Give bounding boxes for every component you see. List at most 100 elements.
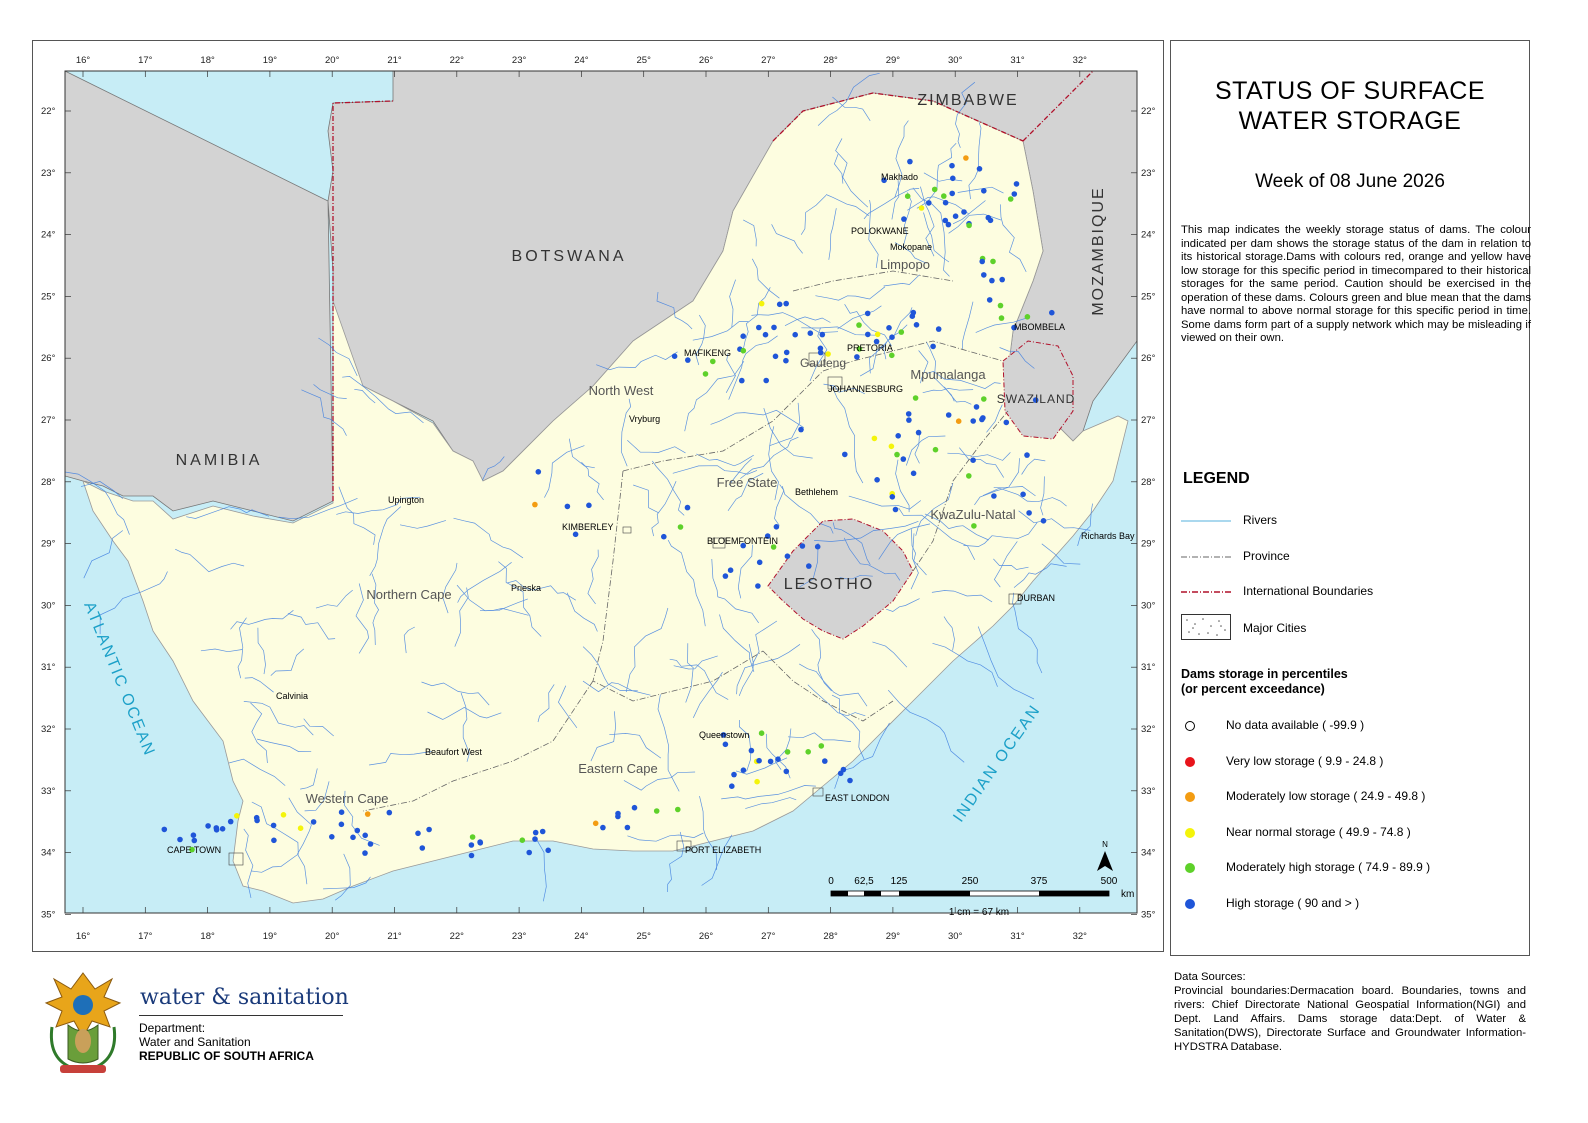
dam-point (892, 506, 899, 513)
dam-point (329, 834, 335, 840)
dam-point (971, 523, 977, 529)
dam-point (367, 841, 374, 847)
dam-point (901, 216, 907, 222)
label-lesotho: LESOTHO (784, 576, 874, 593)
lon-tick-bottom: 32° (1073, 931, 1088, 942)
province-western-cape: Western Cape (306, 791, 389, 806)
dam-point (926, 200, 932, 206)
dam-point (783, 349, 790, 356)
city-port-elizabeth: PORT ELIZABETH (685, 845, 761, 855)
dam-point (190, 832, 197, 838)
dam-point (945, 221, 952, 228)
svg-text:500: 500 (1101, 876, 1118, 887)
lon-tick-bottom: 17° (138, 931, 153, 942)
province-mpumalanga: Mpumalanga (910, 367, 986, 382)
lat-tick-left: 27° (41, 415, 56, 426)
dam-point (981, 396, 987, 402)
lat-tick-left: 34° (41, 848, 56, 859)
dam-point (806, 563, 812, 569)
dam-point (772, 353, 779, 360)
dam-point (981, 272, 987, 278)
dam-point (675, 806, 681, 813)
lon-tick-top: 23° (512, 55, 527, 66)
dam-point (952, 213, 959, 219)
dam-point (799, 543, 806, 549)
dam-point (976, 166, 983, 172)
dam-point (755, 583, 761, 589)
dam-point (889, 494, 896, 500)
lon-tick-top: 31° (1010, 55, 1025, 66)
dam-point (979, 258, 985, 265)
dam-point (545, 847, 551, 854)
lon-tick-bottom: 19° (263, 931, 278, 942)
department-divider (139, 1015, 343, 1016)
city-upington: Upington (388, 495, 424, 505)
dam-point (805, 749, 811, 755)
dam-point (415, 830, 421, 837)
dam-point (297, 825, 304, 831)
dam-point (362, 850, 368, 856)
legend-rivers-label: Rivers (1243, 513, 1278, 527)
lon-tick-bottom: 28° (823, 931, 838, 942)
dam-point (775, 756, 781, 762)
svg-text:250: 250 (962, 876, 979, 887)
dam-point (671, 353, 678, 360)
province-limpopo: Limpopo (880, 257, 930, 272)
dam-point (1040, 518, 1047, 524)
dam-point (572, 531, 579, 538)
dam-point (763, 377, 769, 384)
lat-tick-left: 35° (41, 909, 56, 920)
lat-tick-left: 30° (41, 600, 56, 611)
city-beaufort-west: Beaufort West (425, 747, 482, 757)
city-cape-town: CAPE TOWN (167, 845, 221, 855)
lon-tick-bottom: 27° (761, 931, 776, 942)
map-title-line1: STATUS OF SURFACE (1214, 77, 1486, 105)
lon-tick-bottom: 30° (948, 931, 963, 942)
dam-point (227, 818, 234, 825)
lat-tick-right: 26° (1141, 353, 1156, 364)
dam-point (354, 827, 361, 834)
label-zimbabwe: ZIMBABWE (917, 92, 1018, 109)
lon-tick-top: 17° (138, 55, 153, 66)
dam-point (756, 324, 762, 331)
dam-point (990, 258, 996, 265)
dam-point (731, 771, 737, 778)
dam-point (702, 371, 709, 377)
dam-point (784, 749, 791, 755)
lon-tick-top: 24° (574, 55, 589, 66)
dam-point (930, 343, 936, 350)
dam-legend-dot (1185, 863, 1195, 873)
city-richards-bay: Richards Bay (1081, 531, 1135, 541)
department-line2: Water and Sanitation (139, 1035, 251, 1049)
dam-point (915, 429, 922, 436)
lon-tick-bottom: 26° (699, 931, 714, 942)
lon-tick-top: 29° (886, 55, 901, 66)
dam-point (386, 809, 393, 816)
dam-point (468, 852, 475, 859)
dam-point (970, 457, 976, 464)
dam-legend-label: Moderately low storage ( 24.9 - 49.8 ) (1226, 789, 1426, 803)
lon-tick-top: 30° (948, 55, 963, 66)
dam-point (477, 840, 484, 846)
legend-province-label: Province (1243, 549, 1290, 563)
lon-tick-bottom: 16° (76, 931, 91, 942)
lat-tick-left: 24° (41, 230, 56, 241)
dam-point (254, 817, 260, 824)
map-canvas: 16° 16° 17° 17° 18° 18° 19° 19° 20° 20° 21° 21° 22° 2… (41, 55, 1156, 942)
dam-point (592, 820, 599, 827)
dam-point (756, 559, 763, 566)
dam-point (740, 767, 747, 773)
dam-point (904, 193, 911, 199)
lon-tick-bottom: 24° (574, 931, 589, 942)
dam-point (722, 741, 729, 748)
lat-tick-right: 32° (1141, 724, 1156, 735)
dam-point (963, 155, 969, 161)
dam-point (631, 804, 638, 811)
lon-tick-top: 26° (699, 55, 714, 66)
svg-text:0: 0 (828, 876, 834, 887)
dam-point (1011, 191, 1018, 197)
dam-legend-title: Dams storage in percentiles (or percent … (1181, 667, 1348, 697)
city-mokopane: Mokopane (890, 242, 932, 252)
dam-point (205, 823, 211, 829)
dam-point (783, 768, 790, 775)
